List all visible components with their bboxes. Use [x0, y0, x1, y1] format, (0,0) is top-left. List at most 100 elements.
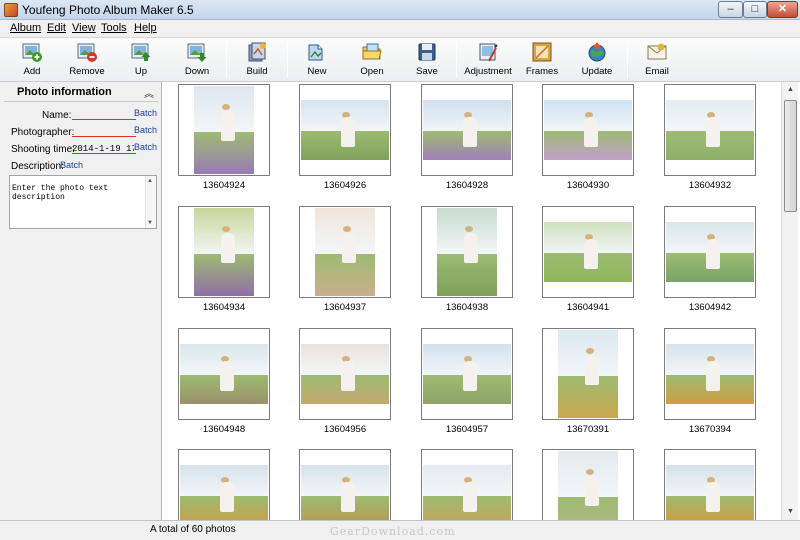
scroll-up-icon[interactable]: ▲ [147, 178, 153, 184]
description-scrollbar[interactable]: ▲ ▼ [145, 176, 156, 228]
photo-thumbnail[interactable]: 13604932 [664, 84, 756, 202]
thumbnail-frame [299, 84, 391, 176]
maximize-button[interactable]: □ [743, 1, 767, 18]
photo-thumbnail[interactable]: 13604957 [421, 328, 513, 446]
name-field[interactable] [72, 119, 136, 120]
toolbar-separator [226, 42, 227, 78]
name-batch-link[interactable]: Batch [134, 108, 157, 118]
menu-album[interactable]: Album [10, 22, 41, 34]
shooting-time-batch-link[interactable]: Batch [134, 142, 157, 152]
photo-thumbnail[interactable]: 13604941 [542, 206, 634, 324]
photo-caption: 13604938 [445, 302, 489, 313]
new-button[interactable]: New [300, 39, 334, 81]
update-button-label: Update [581, 66, 613, 77]
down-button[interactable]: Down [178, 39, 216, 81]
photo-caption: 13604937 [323, 302, 367, 313]
scrollbar-thumb[interactable] [784, 100, 797, 212]
close-button[interactable]: ✕ [767, 1, 798, 18]
thumbnail-frame [542, 84, 634, 176]
adjustment-icon [479, 43, 498, 62]
description-textarea[interactable]: Enter the photo text description ▲ ▼ [9, 175, 157, 229]
thumbnail-image [423, 100, 511, 160]
up-button[interactable]: Up [124, 39, 158, 81]
title-bar: Youfeng Photo Album Maker 6.5 – □ ✕ [0, 0, 800, 20]
photo-thumbnail[interactable]: 13604937 [299, 206, 391, 324]
email-button[interactable]: Email [640, 39, 674, 81]
description-batch-link[interactable]: Batch [60, 160, 83, 170]
photo-thumbnail[interactable]: 13670391 [542, 328, 634, 446]
menu-tools[interactable]: Tools [101, 22, 127, 34]
photo-caption: 13604941 [566, 302, 610, 313]
build-button[interactable]: Build [240, 39, 274, 81]
menu-edit[interactable]: Edit [47, 22, 66, 34]
adjustment-button[interactable]: Adjustment [463, 39, 513, 81]
thumbnail-image [180, 465, 268, 520]
thumbnail-image [437, 208, 497, 296]
thumbnail-image [544, 100, 632, 160]
email-button-label: Email [645, 66, 669, 77]
grid-scrollbar[interactable]: ▲ ▼ [781, 82, 798, 520]
toolbar-separator [456, 42, 457, 78]
toolbar-separator [627, 42, 628, 78]
minimize-button[interactable]: – [718, 1, 743, 18]
save-button[interactable]: Save [410, 39, 444, 81]
thumbnail-frame [664, 449, 756, 520]
photo-thumbnail[interactable] [542, 449, 634, 520]
open-folder-icon [362, 43, 382, 60]
photo-thumbnail[interactable]: 13604926 [299, 84, 391, 202]
thumbnail-frame [542, 328, 634, 420]
thumbnail-image [666, 465, 754, 520]
photo-thumbnail[interactable]: 13604942 [664, 206, 756, 324]
photo-caption: 13604948 [202, 424, 246, 435]
photo-caption: 13604934 [202, 302, 246, 313]
open-button[interactable]: Open [355, 39, 389, 81]
thumbnail-frame [421, 206, 513, 298]
photo-thumbnail[interactable]: 13604956 [299, 328, 391, 446]
thumbnail-image [666, 222, 754, 282]
collapse-chevron-icon[interactable]: ︽ [144, 85, 154, 100]
photo-caption: 13604930 [566, 180, 610, 191]
thumbnail-frame [421, 328, 513, 420]
photo-thumbnail[interactable]: 13670394 [664, 328, 756, 446]
photo-thumbnail[interactable]: 13604928 [421, 84, 513, 202]
panel-header: Photo information ︽ [4, 84, 158, 102]
photo-thumbnail[interactable] [178, 449, 270, 520]
frames-button-label: Frames [525, 66, 559, 77]
scroll-down-icon[interactable]: ▼ [147, 220, 153, 226]
remove-button[interactable]: Remove [66, 39, 108, 81]
shooting-time-label: Shooting time: [11, 144, 75, 155]
scroll-up-arrow-icon[interactable]: ▲ [783, 82, 798, 98]
menu-view[interactable]: View [72, 22, 96, 34]
menu-help[interactable]: Help [134, 22, 157, 34]
update-globe-icon [588, 42, 606, 62]
thumbnail-image [666, 100, 754, 160]
thumbnail-frame [178, 449, 270, 520]
thumbnail-frame [178, 84, 270, 176]
app-icon [4, 3, 18, 17]
photo-thumbnail[interactable]: 13604938 [421, 206, 513, 324]
add-button[interactable]: Add [12, 39, 52, 81]
photo-thumbnail[interactable]: 13604948 [178, 328, 270, 446]
thumbnail-frame [299, 449, 391, 520]
photo-thumbnail[interactable]: 13604934 [178, 206, 270, 324]
photo-thumbnail[interactable]: 13604930 [542, 84, 634, 202]
update-button[interactable]: Update [578, 39, 616, 81]
thumbnail-image [666, 344, 754, 404]
new-button-label: New [307, 66, 327, 77]
photo-thumbnail[interactable] [299, 449, 391, 520]
thumbnail-image [558, 330, 618, 418]
frames-button[interactable]: Frames [524, 39, 560, 81]
photo-caption: 13670394 [688, 424, 732, 435]
photo-thumbnail[interactable] [421, 449, 513, 520]
watermark-logo: GearDownload.com [330, 525, 456, 538]
toolbar-separator [287, 42, 288, 78]
photographer-field[interactable] [72, 136, 136, 137]
photo-count-status: A total of 60 photos [150, 524, 236, 535]
scroll-down-arrow-icon[interactable]: ▼ [783, 504, 798, 520]
status-bar: A total of 60 photos GearDownload.com [0, 520, 800, 540]
thumbnail-frame [178, 328, 270, 420]
photographer-batch-link[interactable]: Batch [134, 125, 157, 135]
photo-thumbnail[interactable] [664, 449, 756, 520]
thumbnail-image [301, 465, 389, 520]
photo-thumbnail[interactable]: 13604924 [178, 84, 270, 202]
